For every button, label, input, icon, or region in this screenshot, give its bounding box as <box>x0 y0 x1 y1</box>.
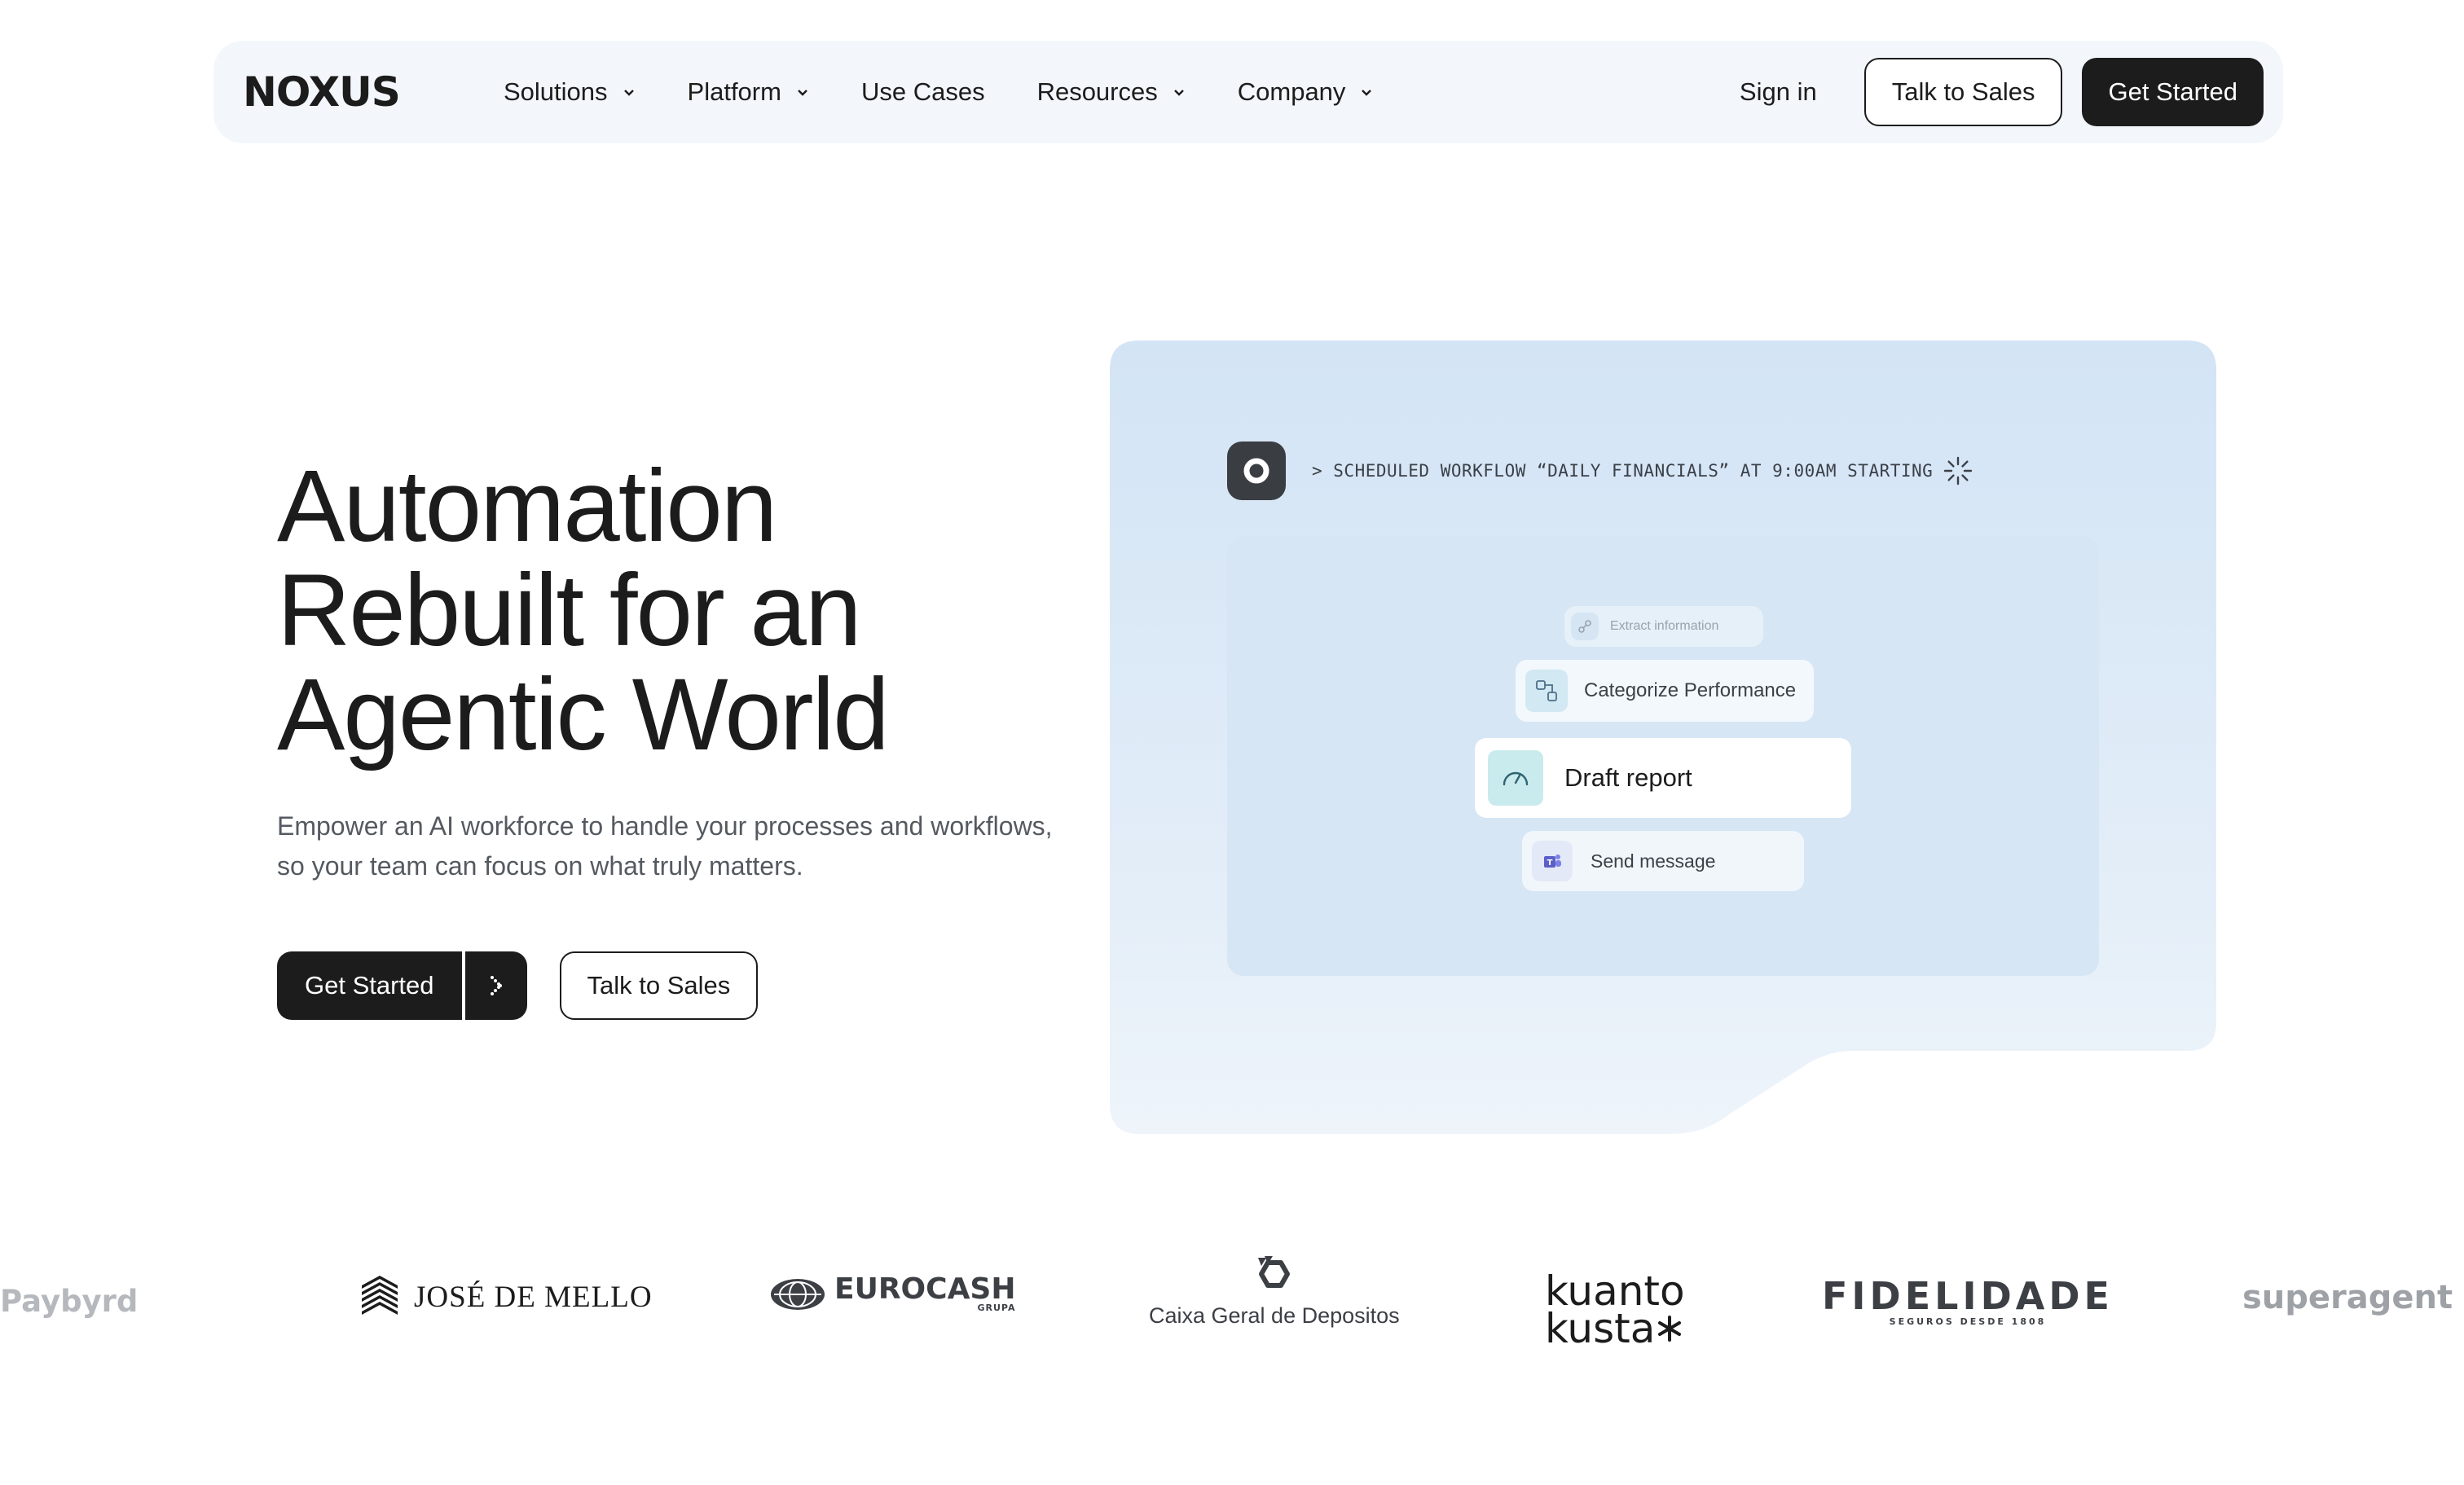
fidelidade-logo-text: FIDELIDADE <box>1822 1274 2114 1318</box>
nav-solutions[interactable]: Solutions <box>504 77 636 107</box>
nav-platform[interactable]: Platform <box>688 77 809 107</box>
eurocash-globe-icon <box>771 1279 825 1310</box>
link-icon <box>1571 613 1599 640</box>
workflow-step-label: Draft report <box>1564 763 1692 792</box>
hero-title-line: Agentic World <box>277 658 890 771</box>
hero-title-line: Automation <box>277 450 777 563</box>
caixa-mark-icon <box>1257 1256 1290 1288</box>
hero-get-started-button[interactable]: Get Started <box>277 951 462 1020</box>
workflow-step-extract[interactable]: Extract information <box>1564 606 1763 647</box>
hero-talk-to-sales-button[interactable]: Talk to Sales <box>559 951 759 1020</box>
workflow-step-send[interactable]: T Send message <box>1522 831 1804 891</box>
caixa-logo: Caixa Geral de Depositos <box>1149 1254 1400 1329</box>
workflow-step-categorize[interactable]: Categorize Performance <box>1516 660 1814 722</box>
workflow-status-text: > SCHEDULED WORKFLOW “DAILY FINANCIALS” … <box>1312 461 1934 481</box>
hero-title: Automation Rebuilt for an Agentic World <box>277 455 1092 767</box>
jose-de-mello-logo-text: JOSÉ DE MELLO <box>414 1280 653 1314</box>
kuantokusta-logo: kuanto kusta <box>1545 1271 1685 1352</box>
hero-subtitle-line: Empower an AI workforce to handle your p… <box>277 811 1053 841</box>
talk-to-sales-button[interactable]: Talk to Sales <box>1863 58 2063 126</box>
nav-platform-label: Platform <box>687 77 781 106</box>
jose-de-mello-mark-icon <box>362 1276 398 1315</box>
chevron-down-icon <box>1362 90 1372 96</box>
eurocash-sub-text: GRUPA <box>977 1303 1016 1313</box>
hero-title-line: Rebuilt for an <box>277 554 861 667</box>
fidelidade-logo: FIDELIDADE SEGUROS DESDE 1808 <box>1822 1277 2114 1329</box>
hero-arrow-button[interactable] <box>464 951 527 1020</box>
paybyrd-logo-text: Paybyrd <box>0 1284 139 1319</box>
eurocash-logo-text: EUROCASH <box>834 1272 1016 1306</box>
workflow-step-draft[interactable]: Draft report <box>1475 738 1851 818</box>
workflow-step-label: Categorize Performance <box>1584 679 1797 701</box>
nav-resources[interactable]: Resources <box>1037 77 1186 107</box>
workflow-steps-area: Extract information Categorize Performan… <box>1227 536 2099 976</box>
gauge-icon <box>1488 750 1543 806</box>
top-navbar: NOXUS Solutions Platform Use Cases Resou… <box>213 41 2283 143</box>
jose-de-mello-logo: JOSÉ DE MELLO <box>359 1274 653 1320</box>
shapes-icon <box>1525 670 1568 712</box>
get-started-button[interactable]: Get Started <box>2082 58 2264 126</box>
workflow-status-line: > SCHEDULED WORKFLOW “DAILY FINANCIALS” … <box>1227 442 1973 500</box>
workflow-step-label: Extract information <box>1610 619 1719 633</box>
svg-text:T: T <box>1547 859 1553 868</box>
workflow-demo-panel: > SCHEDULED WORKFLOW “DAILY FINANCIALS” … <box>1110 340 2216 1136</box>
eurocash-logo: EUROCASH GRUPA <box>769 1272 1016 1313</box>
chevron-right-icon <box>490 976 502 995</box>
nav-solutions-label: Solutions <box>504 77 608 106</box>
hero-cta-group: Get Started Talk to Sales <box>277 951 759 1020</box>
chevron-down-icon <box>1173 90 1184 96</box>
fidelidade-sub-text: SEGUROS DESDE 1808 <box>1889 1316 2047 1327</box>
nav-links: Solutions Platform Use Cases Resources C… <box>504 41 1425 143</box>
kuanto-logo-row: kusta <box>1545 1305 1684 1352</box>
noxus-logo[interactable]: NOXUS <box>243 68 401 116</box>
hero-subtitle: Empower an AI workforce to handle your p… <box>277 806 1092 886</box>
paybyrd-logo: Paybyrd <box>0 1284 138 1319</box>
chevron-down-icon <box>623 90 634 96</box>
superagent-logo-text: superagent <box>2242 1279 2453 1316</box>
nav-company-label: Company <box>1237 77 1346 106</box>
customer-logos-strip: Paybyrd JOSÉ DE MELLO EUROCASH GRUPA Cai… <box>0 1254 2464 1385</box>
nav-actions: Sign in Talk to Sales Get Started <box>1740 41 2264 143</box>
eurocash-text-block: EUROCASH GRUPA <box>834 1272 1016 1313</box>
workflow-step-label: Send message <box>1591 850 1716 872</box>
noxus-app-icon <box>1227 442 1286 500</box>
teams-icon: T <box>1532 841 1573 881</box>
chevron-down-icon <box>798 90 807 96</box>
kuanto-logo-line2: kusta <box>1545 1305 1656 1352</box>
superagent-logo: superagent <box>2242 1279 2453 1316</box>
loading-spinner-icon <box>1944 456 1973 485</box>
sign-in-link[interactable]: Sign in <box>1740 77 1817 107</box>
nav-use-cases-label: Use Cases <box>860 77 985 106</box>
asterisk-icon <box>1658 1316 1682 1342</box>
nav-resources-label: Resources <box>1036 77 1158 106</box>
hero-subtitle-line: so your team can focus on what truly mat… <box>277 851 803 881</box>
caixa-logo-text: Caixa Geral de Depositos <box>1149 1303 1400 1328</box>
nav-use-cases[interactable]: Use Cases <box>861 77 985 107</box>
nav-company[interactable]: Company <box>1238 77 1374 107</box>
